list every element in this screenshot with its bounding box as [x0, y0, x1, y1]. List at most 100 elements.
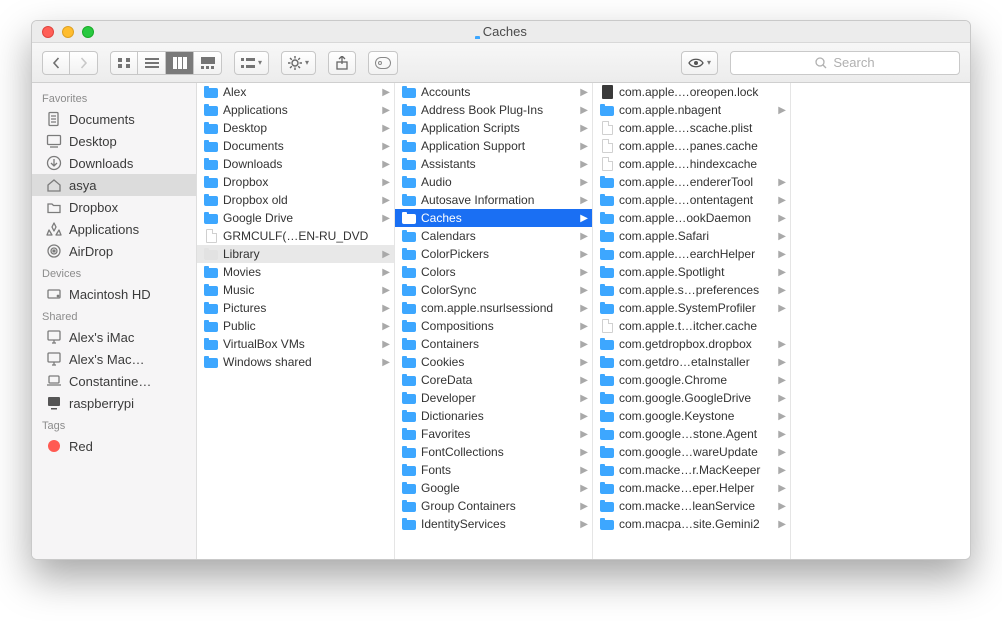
file-row[interactable]: com.apple.nsurlsessiond▶ [395, 299, 592, 317]
view-icons-button[interactable] [110, 51, 138, 75]
sidebar-item[interactable]: Alex's Mac… [32, 348, 196, 370]
file-row[interactable]: Documents▶ [197, 137, 394, 155]
file-name: com.apple.nbagent [619, 103, 776, 117]
file-row[interactable]: Accounts▶ [395, 83, 592, 101]
file-row[interactable]: com.macke…r.MacKeeper▶ [593, 461, 790, 479]
action-button[interactable]: ▾ [281, 51, 316, 75]
file-row[interactable]: Caches▶ [395, 209, 592, 227]
file-row[interactable]: Compositions▶ [395, 317, 592, 335]
file-row[interactable]: Cookies▶ [395, 353, 592, 371]
file-row[interactable]: GRMCULF(…EN-RU_DVD [197, 227, 394, 245]
file-row[interactable]: Dropbox old▶ [197, 191, 394, 209]
file-row[interactable]: ColorPickers▶ [395, 245, 592, 263]
view-gallery-button[interactable] [194, 51, 222, 75]
file-row[interactable]: Google Drive▶ [197, 209, 394, 227]
file-row[interactable]: Assistants▶ [395, 155, 592, 173]
file-row[interactable]: com.getdropbox.dropbox▶ [593, 335, 790, 353]
file-row[interactable]: com.apple.…earchHelper▶ [593, 245, 790, 263]
file-row[interactable]: com.google.GoogleDrive▶ [593, 389, 790, 407]
file-row[interactable]: FontCollections▶ [395, 443, 592, 461]
file-row[interactable]: Music▶ [197, 281, 394, 299]
file-row[interactable]: Developer▶ [395, 389, 592, 407]
file-name: Accounts [421, 85, 578, 99]
file-row[interactable]: com.apple.…ontentagent▶ [593, 191, 790, 209]
file-row[interactable]: com.macke…eper.Helper▶ [593, 479, 790, 497]
file-row[interactable]: Alex▶ [197, 83, 394, 101]
file-row[interactable]: Favorites▶ [395, 425, 592, 443]
quicklook-button[interactable]: ▾ [681, 51, 718, 75]
file-row[interactable]: Address Book Plug-Ins▶ [395, 101, 592, 119]
file-row[interactable]: Fonts▶ [395, 461, 592, 479]
file-row[interactable]: com.apple…ookDaemon▶ [593, 209, 790, 227]
sidebar-item[interactable]: Red [32, 435, 196, 457]
arrange-button[interactable]: ▾ [234, 51, 269, 75]
file-row[interactable]: Autosave Information▶ [395, 191, 592, 209]
file-row[interactable]: Pictures▶ [197, 299, 394, 317]
forward-button[interactable] [70, 51, 98, 75]
tags-button[interactable] [368, 51, 398, 75]
file-row[interactable]: Calendars▶ [395, 227, 592, 245]
sidebar-item[interactable]: AirDrop [32, 240, 196, 262]
file-row[interactable]: Library▶ [197, 245, 394, 263]
file-row[interactable]: com.apple.SystemProfiler▶ [593, 299, 790, 317]
sidebar-item[interactable]: Desktop [32, 130, 196, 152]
file-row[interactable]: Desktop▶ [197, 119, 394, 137]
file-row[interactable]: Group Containers▶ [395, 497, 592, 515]
file-row[interactable]: com.apple.…scache.plist [593, 119, 790, 137]
file-row[interactable]: com.apple.…hindexcache [593, 155, 790, 173]
disclosure-arrow-icon: ▶ [776, 303, 786, 314]
file-row[interactable]: com.apple.t…itcher.cache [593, 317, 790, 335]
file-row[interactable]: com.apple.nbagent▶ [593, 101, 790, 119]
file-row[interactable]: Application Scripts▶ [395, 119, 592, 137]
sidebar-item[interactable]: Macintosh HD [32, 283, 196, 305]
file-row[interactable]: ColorSync▶ [395, 281, 592, 299]
file-row[interactable]: VirtualBox VMs▶ [197, 335, 394, 353]
view-list-button[interactable] [138, 51, 166, 75]
file-row[interactable]: Colors▶ [395, 263, 592, 281]
view-columns-button[interactable] [166, 51, 194, 75]
file-row[interactable]: Applications▶ [197, 101, 394, 119]
sidebar-item[interactable]: Documents [32, 108, 196, 130]
file-row[interactable]: Containers▶ [395, 335, 592, 353]
file-row[interactable]: com.macpa…site.Gemini2▶ [593, 515, 790, 533]
sidebar-item[interactable]: Constantine… [32, 370, 196, 392]
file-row[interactable]: com.apple.Safari▶ [593, 227, 790, 245]
share-button[interactable] [328, 51, 356, 75]
file-row[interactable]: com.google…wareUpdate▶ [593, 443, 790, 461]
file-row[interactable]: com.apple.s…preferences▶ [593, 281, 790, 299]
file-row[interactable]: Dropbox▶ [197, 173, 394, 191]
file-row[interactable]: com.apple.…oreopen.lock [593, 83, 790, 101]
file-row[interactable]: Dictionaries▶ [395, 407, 592, 425]
file-row[interactable]: CoreData▶ [395, 371, 592, 389]
disclosure-arrow-icon: ▶ [380, 339, 390, 350]
file-row[interactable]: com.google.Chrome▶ [593, 371, 790, 389]
sidebar-item-label: AirDrop [69, 244, 113, 259]
sidebar-item[interactable]: raspberrypi [32, 392, 196, 414]
sidebar-item[interactable]: Dropbox [32, 196, 196, 218]
file-row[interactable]: com.apple.…endererTool▶ [593, 173, 790, 191]
file-row[interactable]: Application Support▶ [395, 137, 592, 155]
sidebar-item[interactable]: Downloads [32, 152, 196, 174]
file-row[interactable]: com.getdro…etaInstaller▶ [593, 353, 790, 371]
file-row[interactable]: Public▶ [197, 317, 394, 335]
sidebar-item[interactable]: Alex's iMac [32, 326, 196, 348]
folder-icon [203, 246, 219, 262]
file-row[interactable]: Audio▶ [395, 173, 592, 191]
sidebar-item[interactable]: asya [32, 174, 196, 196]
file-row[interactable]: Google▶ [395, 479, 592, 497]
file-row[interactable]: Windows shared▶ [197, 353, 394, 371]
back-button[interactable] [42, 51, 70, 75]
file-row[interactable]: com.macke…leanService▶ [593, 497, 790, 515]
file-row[interactable]: com.apple.…panes.cache [593, 137, 790, 155]
file-name: com.apple.…oreopen.lock [619, 85, 786, 99]
search-input[interactable]: Search [730, 51, 960, 75]
folder-icon [401, 498, 417, 514]
file-row[interactable]: com.google.Keystone▶ [593, 407, 790, 425]
sidebar-item[interactable]: Applications [32, 218, 196, 240]
file-name: Windows shared [223, 355, 380, 369]
file-row[interactable]: com.google…stone.Agent▶ [593, 425, 790, 443]
file-row[interactable]: Movies▶ [197, 263, 394, 281]
file-row[interactable]: Downloads▶ [197, 155, 394, 173]
file-row[interactable]: com.apple.Spotlight▶ [593, 263, 790, 281]
file-row[interactable]: IdentityServices▶ [395, 515, 592, 533]
